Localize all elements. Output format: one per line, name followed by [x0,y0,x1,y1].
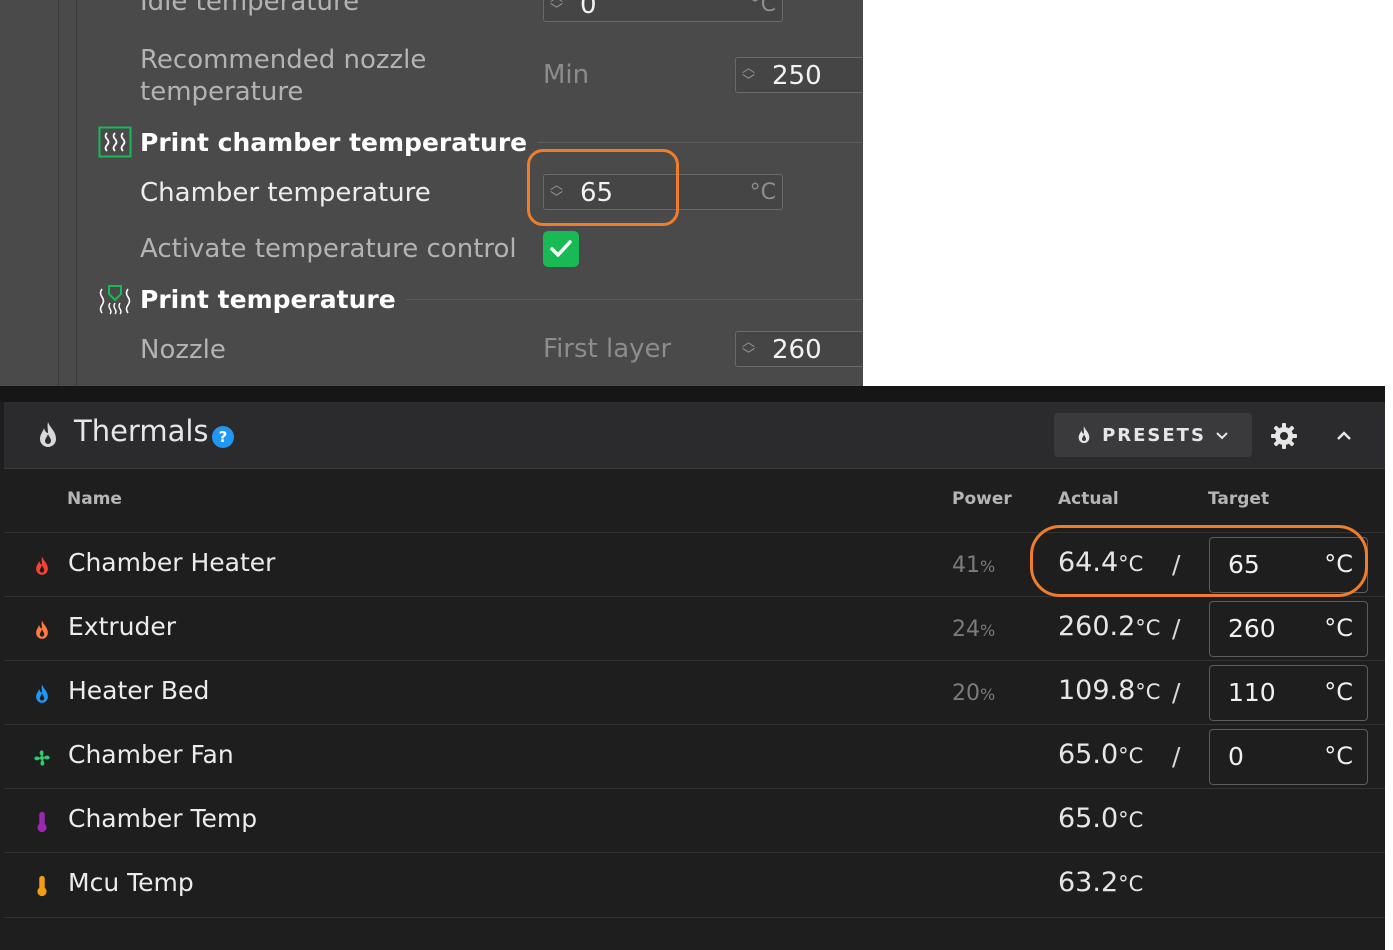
flame-icon [40,422,56,447]
table-row: Chamber Temp 65.0°C [4,788,1385,853]
power-value: 24% [952,617,996,642]
separator: / [1172,742,1181,771]
nozzle-first-layer-value: 260 [772,335,822,365]
recommended-nozzle-value: 250 [772,61,822,91]
unit-label: °C [749,0,776,17]
presets-button[interactable]: PRESETS [1054,413,1252,457]
section-title: Print temperature [140,284,396,314]
idle-temperature-label: Idle temperature [140,0,360,17]
print-temperature-section-header: Print temperature [98,281,863,317]
flame-icon [36,620,48,639]
column-header-actual[interactable]: Actual [1058,489,1119,509]
collapse-chevron-up-icon[interactable] [1332,424,1356,448]
section-divider [537,141,863,143]
fan-icon [34,750,50,766]
power-value: 41% [952,553,996,578]
sensor-name[interactable]: Heater Bed [68,676,209,705]
actual-temperature: 63.2°C [1058,867,1144,898]
sensor-name[interactable]: Chamber Fan [68,740,234,769]
print-chamber-section-header: Print chamber temperature [98,124,863,160]
nozzle-first-layer-input[interactable]: ︿ ﹀ 260 [735,331,863,367]
flame-icon [36,556,48,575]
flame-icon [1078,426,1090,443]
column-header-name[interactable]: Name [67,489,122,509]
target-temperature-input[interactable]: 110 °C [1209,665,1368,721]
section-title: Print chamber temperature [140,127,528,157]
actual-temperature: 260.2°C [1058,611,1161,642]
idle-temperature-value: 0 [580,0,597,20]
spin-arrows-icon[interactable]: ︿﹀ [550,0,568,19]
nozzle-label: Nozzle [140,335,226,365]
separator: / [1172,614,1181,643]
help-icon[interactable]: ? [212,426,234,448]
table-row: Extruder 24% 260.2°C / 260 °C [4,596,1385,661]
slicer-settings-panel: Idle temperature ︿﹀ 0 °C Recommended noz… [0,0,863,386]
column-header-target[interactable]: Target [1208,489,1269,509]
table-row: Mcu Temp 63.2°C [4,852,1385,918]
power-value: 20% [952,681,996,706]
separator: / [1172,678,1181,707]
sensor-name[interactable]: Chamber Temp [68,804,257,833]
recommended-nozzle-label: Recommended nozzle [140,45,427,75]
actual-temperature: 65.0°C [1058,739,1144,770]
thermals-panel: Thermals ? PRESETS Name Power Actual Tar… [0,386,1385,950]
tree-guide-line [58,0,59,386]
table-row: Chamber Fan 65.0°C / 0 °C [4,724,1385,789]
panel-title: Thermals [74,414,209,448]
actual-temperature: 65.0°C [1058,803,1144,834]
chevron-down-icon [1216,432,1228,440]
sensor-name[interactable]: Chamber Heater [68,548,275,577]
activate-temperature-control-checkbox[interactable] [543,231,579,267]
unit-label: °C [749,180,776,205]
section-divider [405,298,863,300]
highlight-annotation [1030,525,1368,597]
presets-label: PRESETS [1102,424,1206,446]
heat-waves-icon [98,126,132,158]
recommended-nozzle-min-input[interactable]: ︿ ﹀ 250 [735,57,863,93]
table-row: Heater Bed 20% 109.8°C / 110 °C [4,660,1385,725]
target-temperature-input[interactable]: 0 °C [1209,729,1368,785]
thermometer-icon [37,811,47,833]
sensor-name[interactable]: Mcu Temp [68,868,194,897]
thermometer-icon [37,875,47,897]
flame-icon [36,684,48,703]
activate-temperature-control-label: Activate temperature control [140,234,517,264]
first-layer-hint: First layer [543,334,672,364]
actual-temperature: 109.8°C [1058,675,1161,706]
min-hint: Min [543,60,590,90]
target-temperature-input[interactable]: 260 °C [1209,601,1368,657]
spin-arrows-icon[interactable]: ︿﹀ [742,336,760,364]
column-header-power[interactable]: Power [952,489,1012,509]
tree-guide-line [76,0,77,386]
nozzle-heat-icon [99,285,131,315]
sensor-name[interactable]: Extruder [68,612,176,641]
gear-icon[interactable] [1270,422,1298,450]
thermals-header: Thermals ? PRESETS [4,402,1385,469]
recommended-nozzle-label-line2: temperature [140,77,304,107]
panel-top-strip [0,386,1385,402]
highlight-annotation [527,149,679,226]
chamber-temperature-label: Chamber temperature [140,178,431,208]
idle-temperature-input[interactable]: ︿﹀ 0 °C [543,0,783,22]
checkmark-icon [550,240,572,257]
spin-arrows-icon[interactable]: ︿﹀ [742,62,760,90]
